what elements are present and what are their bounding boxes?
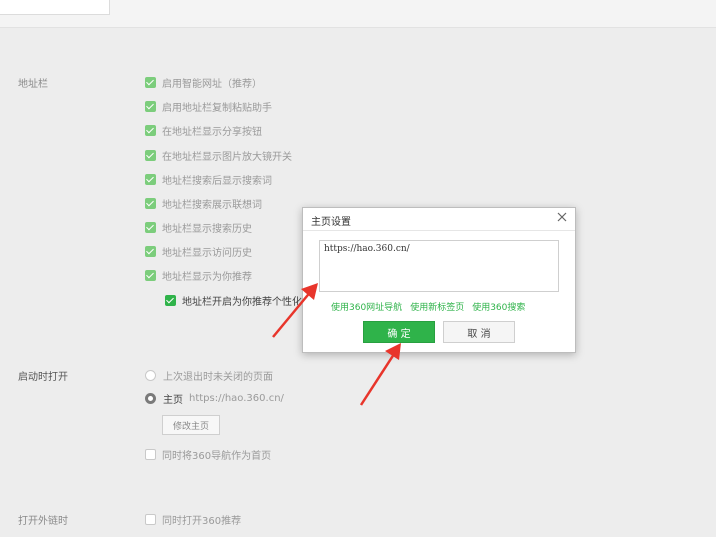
- arrow-to-url-box: [272, 283, 318, 338]
- annotation-arrows: [272, 283, 401, 406]
- arrow-to-ok-button: [359, 343, 401, 406]
